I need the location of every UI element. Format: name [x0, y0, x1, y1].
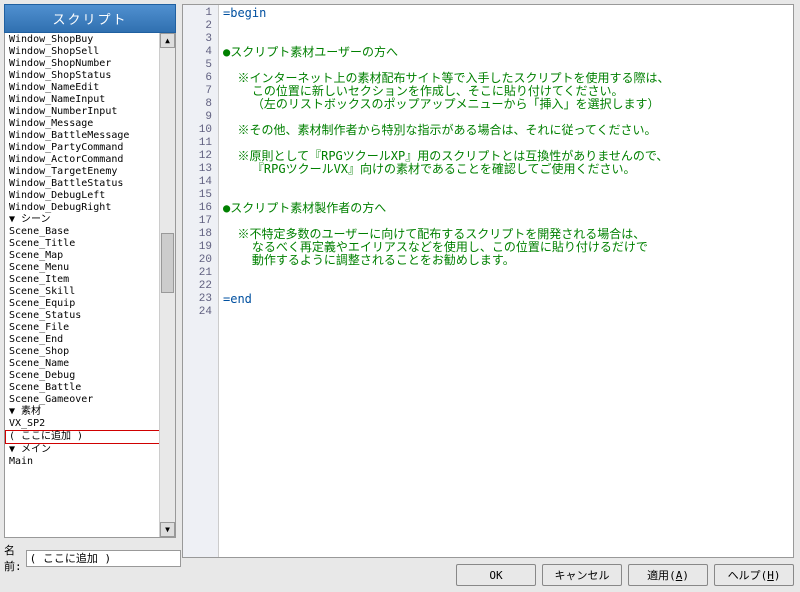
list-item[interactable]: Scene_Title	[5, 238, 175, 250]
scroll-down-button[interactable]: ▼	[160, 522, 175, 537]
cancel-button[interactable]: キャンセル	[542, 564, 622, 586]
gutter-line: 4	[183, 46, 218, 59]
scroll-thumb[interactable]	[161, 233, 174, 293]
name-input[interactable]	[26, 550, 181, 567]
gutter-line: 9	[183, 111, 218, 124]
list-section-header: ▼ 素材	[5, 406, 175, 418]
apply-button[interactable]: 適用(A)	[628, 564, 708, 586]
gutter: 123456789101112131415161718192021222324	[183, 5, 219, 557]
code-line: 『RPGツクールVX』向けの素材であることを確認してご使用ください。	[223, 163, 669, 176]
code-line: ※その他、素材制作者から特別な指示がある場合は、それに従ってください。	[223, 124, 669, 137]
list-item[interactable]: Window_NumberInput	[5, 106, 175, 118]
code-line: ●スクリプト素材製作者の方へ	[223, 202, 669, 215]
code-content[interactable]: =begin●スクリプト素材ユーザーの方へ ※インターネット上の素材配布サイト等…	[223, 7, 669, 319]
code-line	[223, 280, 669, 293]
code-line	[223, 20, 669, 33]
gutter-line: 10	[183, 124, 218, 137]
gutter-line: 3	[183, 33, 218, 46]
list-item[interactable]: Scene_Item	[5, 274, 175, 286]
list-item[interactable]: Window_NameInput	[5, 94, 175, 106]
gutter-line: 13	[183, 163, 218, 176]
gutter-line: 18	[183, 228, 218, 241]
gutter-line: 23	[183, 293, 218, 306]
list-item[interactable]: Scene_Skill	[5, 286, 175, 298]
list-section-header: ▼ メイン	[5, 444, 175, 456]
gutter-line: 16	[183, 202, 218, 215]
gutter-line: 22	[183, 280, 218, 293]
list-item[interactable]: Window_PartyCommand	[5, 142, 175, 154]
list-item[interactable]: Scene_Map	[5, 250, 175, 262]
name-label: 名前:	[4, 542, 22, 574]
list-item[interactable]: Window_ShopNumber	[5, 58, 175, 70]
list-section-header: ▼ シーン	[5, 214, 175, 226]
code-editor[interactable]: 123456789101112131415161718192021222324 …	[182, 4, 794, 558]
button-bar: OK キャンセル 適用(A) ヘルプ(H)	[456, 564, 794, 586]
gutter-line: 19	[183, 241, 218, 254]
list-item[interactable]: VX_SP2	[5, 418, 175, 430]
list-item[interactable]: Window_DebugLeft	[5, 190, 175, 202]
gutter-line: 2	[183, 20, 218, 33]
gutter-line: 12	[183, 150, 218, 163]
gutter-line: 17	[183, 215, 218, 228]
list-item[interactable]: Window_BattleStatus	[5, 178, 175, 190]
gutter-line: 8	[183, 98, 218, 111]
sidebar-title: スクリプト	[4, 4, 176, 33]
list-item[interactable]: Main	[5, 456, 175, 468]
list-item[interactable]: Window_ShopBuy	[5, 34, 175, 46]
code-line	[223, 267, 669, 280]
gutter-line: 6	[183, 72, 218, 85]
list-item[interactable]: Scene_Gameover	[5, 394, 175, 406]
gutter-line: 21	[183, 267, 218, 280]
list-item[interactable]: Window_TargetEnemy	[5, 166, 175, 178]
gutter-line: 15	[183, 189, 218, 202]
script-list[interactable]: Window_ShopBuyWindow_ShopSellWindow_Shop…	[4, 33, 176, 538]
list-item[interactable]: Scene_Menu	[5, 262, 175, 274]
code-line: =end	[223, 293, 669, 306]
code-line	[223, 176, 669, 189]
scrollbar[interactable]: ▲ ▼	[159, 33, 175, 537]
list-item[interactable]: Scene_Debug	[5, 370, 175, 382]
help-button[interactable]: ヘルプ(H)	[714, 564, 794, 586]
gutter-line: 14	[183, 176, 218, 189]
list-item[interactable]: Window_ShopSell	[5, 46, 175, 58]
gutter-line: 11	[183, 137, 218, 150]
name-row: 名前:	[4, 542, 176, 574]
list-item[interactable]: ( ここに追加 )	[5, 430, 175, 444]
list-item[interactable]: Window_Message	[5, 118, 175, 130]
list-item[interactable]: Scene_Status	[5, 310, 175, 322]
list-item[interactable]: Window_ShopStatus	[5, 70, 175, 82]
list-item[interactable]: Scene_File	[5, 322, 175, 334]
list-item[interactable]: Scene_Shop	[5, 346, 175, 358]
gutter-line: 20	[183, 254, 218, 267]
code-line: =begin	[223, 7, 669, 20]
code-line: （左のリストボックスのポップアップメニューから「挿入」を選択します）	[223, 98, 669, 111]
ok-button[interactable]: OK	[456, 564, 536, 586]
list-item[interactable]: Window_ActorCommand	[5, 154, 175, 166]
scroll-up-button[interactable]: ▲	[160, 33, 175, 48]
list-item[interactable]: Window_DebugRight	[5, 202, 175, 214]
list-item[interactable]: Scene_Equip	[5, 298, 175, 310]
list-item[interactable]: Scene_Battle	[5, 382, 175, 394]
code-line: ●スクリプト素材ユーザーの方へ	[223, 46, 669, 59]
code-line	[223, 306, 669, 319]
code-line: 動作するように調整されることをお勧めします。	[223, 254, 669, 267]
list-item[interactable]: Scene_Base	[5, 226, 175, 238]
list-item[interactable]: Window_NameEdit	[5, 82, 175, 94]
sidebar: スクリプト Window_ShopBuyWindow_ShopSellWindo…	[4, 4, 176, 534]
gutter-line: 5	[183, 59, 218, 72]
list-item[interactable]: Window_BattleMessage	[5, 130, 175, 142]
gutter-line: 24	[183, 306, 218, 319]
list-item[interactable]: Scene_Name	[5, 358, 175, 370]
gutter-line: 7	[183, 85, 218, 98]
gutter-line: 1	[183, 7, 218, 20]
list-item[interactable]: Scene_End	[5, 334, 175, 346]
